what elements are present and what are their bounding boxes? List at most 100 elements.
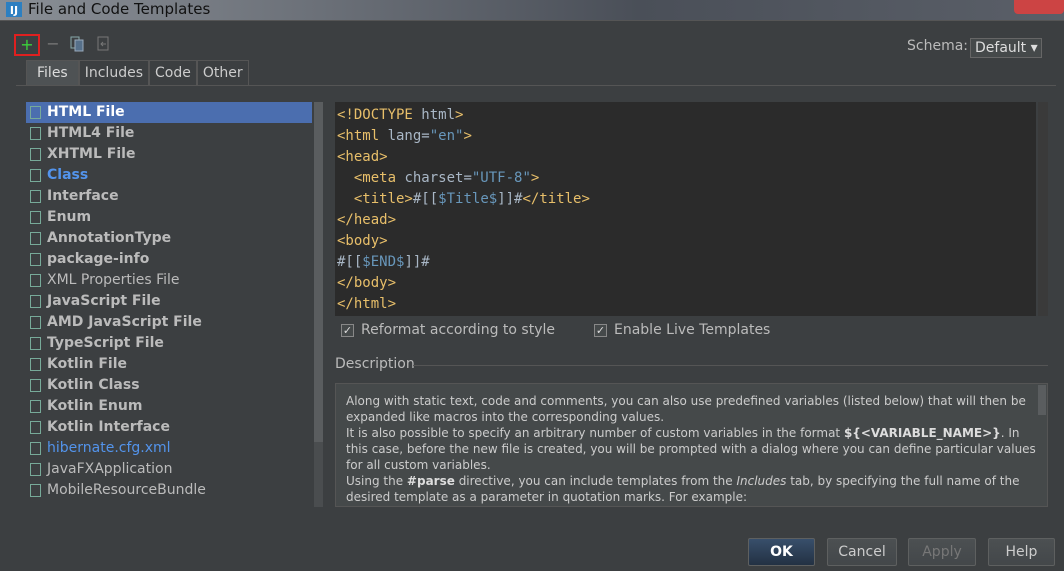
- code-line: #[[$END$]]#: [337, 254, 430, 270]
- template-item-label: Class: [47, 167, 89, 183]
- close-button[interactable]: [1014, 0, 1064, 14]
- template-item[interactable]: Kotlin Interface: [26, 417, 312, 438]
- template-item[interactable]: JavaFXApplication: [26, 459, 312, 480]
- schema-value: Default: [975, 40, 1027, 56]
- template-list: HTML File HTML4 File XHTML File Class Interf…: [26, 102, 312, 507]
- file-type-icon: [30, 106, 41, 119]
- copy-icon[interactable]: [68, 36, 86, 54]
- remove-template-button[interactable]: −: [44, 36, 62, 54]
- template-item-label: AMD JavaScript File: [47, 314, 202, 330]
- template-item-label: Kotlin Interface: [47, 419, 170, 435]
- template-item[interactable]: XHTML File: [26, 144, 312, 165]
- code-line: </body>: [337, 275, 397, 291]
- editor-scrollbar[interactable]: [1038, 102, 1048, 316]
- desc-paragraph: Using the: [346, 474, 407, 488]
- desc-paragraph: Along with static text, code and comment…: [346, 394, 1026, 424]
- template-editor[interactable]: <!DOCTYPE html> <html lang="en"> <head> …: [335, 102, 1036, 316]
- tab-other[interactable]: Other: [196, 60, 249, 85]
- template-item-label: Kotlin File: [47, 356, 128, 372]
- file-type-icon: [30, 463, 41, 476]
- file-type-icon: [30, 400, 41, 413]
- template-item-label: HTML4 File: [47, 125, 135, 141]
- file-type-icon: [30, 127, 41, 140]
- file-type-icon: [30, 190, 41, 203]
- window-title: File and Code Templates: [28, 0, 211, 18]
- template-item[interactable]: JavaScript File: [26, 291, 312, 312]
- schema-label: Schema:: [907, 38, 969, 54]
- file-type-icon: [30, 337, 41, 350]
- code-line: <body>: [337, 233, 388, 249]
- template-item[interactable]: Kotlin Enum: [26, 396, 312, 417]
- reset-icon[interactable]: [94, 36, 112, 54]
- ok-button[interactable]: OK: [748, 538, 815, 566]
- cancel-button[interactable]: Cancel: [827, 538, 897, 566]
- template-item-label: JavaFXApplication: [47, 461, 173, 477]
- template-item[interactable]: XML Properties File: [26, 270, 312, 291]
- file-type-icon: [30, 148, 41, 161]
- desc-paragraph: directive, you can include templates fro…: [454, 474, 737, 488]
- template-item[interactable]: TypeScript File: [26, 333, 312, 354]
- template-item[interactable]: MobileResourceBundle: [26, 480, 312, 501]
- template-item[interactable]: Class: [26, 165, 312, 186]
- template-item[interactable]: Interface: [26, 186, 312, 207]
- desc-paragraph: It is also possible to specify an arbitr…: [346, 426, 844, 440]
- tab-code[interactable]: Code: [149, 60, 197, 85]
- template-item-label: Interface: [47, 188, 119, 204]
- checkbox-checked-icon: ✓: [594, 323, 607, 337]
- template-item[interactable]: hibernate.cfg.xml: [26, 438, 312, 459]
- add-template-button[interactable]: +: [14, 34, 40, 56]
- file-type-icon: [30, 442, 41, 455]
- template-item-label: hibernate.cfg.xml: [47, 440, 171, 456]
- template-item[interactable]: Enum: [26, 207, 312, 228]
- intellij-icon: IJ: [6, 2, 22, 17]
- file-type-icon: [30, 253, 41, 266]
- reformat-checkbox[interactable]: ✓ Reformat according to style: [341, 322, 555, 338]
- template-item-label: package-info: [47, 251, 150, 267]
- live-templates-checkbox[interactable]: ✓ Enable Live Templates: [594, 322, 770, 338]
- template-item[interactable]: HTML4 File: [26, 123, 312, 144]
- file-type-icon: [30, 295, 41, 308]
- code-line: <html lang="en">: [337, 128, 472, 144]
- file-type-icon: [30, 316, 41, 329]
- file-type-icon: [30, 169, 41, 182]
- code-line: <meta charset="UTF-8">: [353, 170, 540, 186]
- chevron-down-icon: ▾: [1030, 40, 1038, 56]
- desc-emphasis: Includes: [736, 474, 787, 488]
- description-scrollbar[interactable]: [1038, 385, 1046, 415]
- template-item-label: AnnotationType: [47, 230, 172, 246]
- file-type-icon: [30, 211, 41, 224]
- help-button[interactable]: Help: [988, 538, 1055, 566]
- tab-files[interactable]: Files: [26, 60, 79, 85]
- template-item-label: Kotlin Enum: [47, 398, 143, 414]
- template-item[interactable]: AnnotationType: [26, 228, 312, 249]
- tab-divider: [16, 85, 1056, 86]
- checkbox-checked-icon: ✓: [341, 323, 354, 337]
- file-type-icon: [30, 232, 41, 245]
- file-type-icon: [30, 358, 41, 371]
- code-line: <title>#[[$Title$]]#</title>: [353, 191, 590, 207]
- template-item[interactable]: Kotlin File: [26, 354, 312, 375]
- template-item[interactable]: AMD JavaScript File: [26, 312, 312, 333]
- description-divider: [413, 365, 1048, 366]
- schema-select[interactable]: Default ▾: [970, 38, 1042, 58]
- file-type-icon: [30, 379, 41, 392]
- desc-code: #parse: [406, 474, 455, 488]
- template-item-label: JavaScript File: [47, 293, 161, 309]
- template-tabs: Files Includes Code Other: [26, 60, 249, 85]
- template-item[interactable]: HTML File: [26, 102, 312, 123]
- live-templates-label: Enable Live Templates: [614, 322, 771, 338]
- code-line: <!DOCTYPE html>: [337, 107, 464, 123]
- title-bar: IJ File and Code Templates: [0, 0, 1064, 20]
- file-type-icon: [30, 421, 41, 434]
- template-item[interactable]: Kotlin Class: [26, 375, 312, 396]
- tab-includes[interactable]: Includes: [78, 60, 149, 85]
- list-scrollbar[interactable]: [314, 102, 323, 507]
- template-item-label: Enum: [47, 209, 92, 225]
- code-line: </head>: [337, 212, 397, 228]
- file-type-icon: [30, 274, 41, 287]
- description-label: Description: [335, 356, 415, 372]
- code-line: </html>: [337, 296, 397, 312]
- apply-button[interactable]: Apply: [908, 538, 976, 566]
- template-item[interactable]: package-info: [26, 249, 312, 270]
- file-type-icon: [30, 484, 41, 497]
